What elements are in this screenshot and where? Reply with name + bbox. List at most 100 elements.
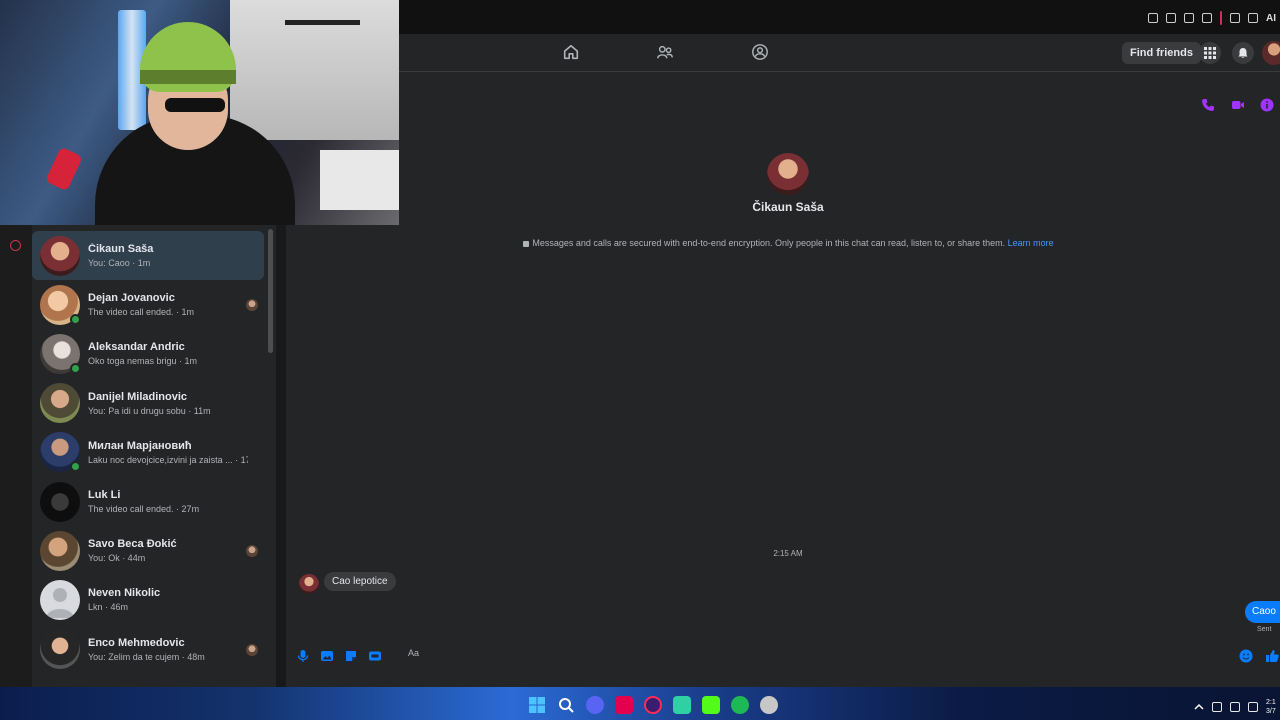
online-status-icon: [70, 362, 81, 374]
webcam-table: [320, 150, 399, 210]
find-friends-button[interactable]: Find friends: [1122, 42, 1201, 64]
seen-avatar-icon: [246, 643, 258, 656]
chat-item[interactable]: Dejan Jovanovic The video call ended. · 1…: [32, 280, 264, 329]
chat-item[interactable]: Милан Марјановић Laku noc devojcice,izvin…: [32, 428, 264, 477]
incoming-message[interactable]: Cao lepotice: [324, 572, 396, 591]
chat-preview: The video call ended. · 27m: [88, 504, 200, 515]
windows-start-icon[interactable]: [528, 696, 546, 714]
chat-list-scrollbar[interactable]: [268, 229, 273, 353]
info-icon[interactable]: [1260, 98, 1274, 112]
webcam-overlay: [0, 0, 399, 225]
chat-preview: You: Caoo · 1m: [88, 258, 151, 269]
avatar: [40, 579, 80, 620]
thumbs-up-icon[interactable]: [1265, 649, 1279, 663]
chat-preview: You: Pa idi u drugu sobu · 11m: [88, 405, 211, 416]
chat-name: Enco Mehmedovic: [88, 636, 185, 649]
chat-item[interactable]: Luk Li The video call ended. · 27m: [32, 477, 264, 526]
emoji-icon[interactable]: [1239, 649, 1253, 663]
friends-icon[interactable]: [656, 43, 674, 61]
online-status-icon: [70, 313, 81, 325]
profile-icon[interactable]: [1230, 13, 1240, 23]
chat-name: Dejan Jovanovic: [88, 292, 175, 305]
clock-date: 3/7: [1266, 708, 1276, 715]
microphone-icon[interactable]: [296, 649, 310, 663]
rail-icon[interactable]: [10, 240, 21, 251]
conversation-pane: Čikaun Saša Messages and calls are secur…: [286, 72, 1280, 687]
search-icon[interactable]: [557, 696, 575, 714]
contact-avatar[interactable]: [767, 153, 809, 195]
sent-status: Sent: [1257, 626, 1272, 633]
clock-time: 2:1: [1266, 699, 1276, 706]
play-icon[interactable]: [1184, 13, 1194, 23]
network-icon[interactable]: [1212, 702, 1222, 712]
groups-icon[interactable]: [751, 43, 769, 61]
encryption-notice: Messages and calls are secured with end-…: [406, 238, 1171, 248]
contact-name[interactable]: Čikaun Saša: [588, 200, 988, 214]
webcam-shelf: [285, 20, 360, 25]
video-camera-icon[interactable]: [1231, 98, 1245, 112]
sender-avatar: [299, 574, 319, 594]
avatar: [40, 432, 81, 473]
chat-item[interactable]: Enco Mehmedovic You: Zelim da te cujem · …: [32, 625, 264, 674]
chat-item[interactable]: Čikaun Saša You: Caoo · 1m: [32, 231, 264, 281]
chevron-up-icon[interactable]: [1194, 702, 1204, 712]
notifications-button[interactable]: [1232, 42, 1254, 64]
chat-name: Aleksandar Andric: [88, 341, 185, 354]
webcam-sunglasses: [165, 98, 225, 112]
image-icon[interactable]: [320, 649, 334, 663]
webcam-hat-band: [140, 70, 236, 84]
toolbar-divider: [1220, 11, 1222, 25]
taskbar-clock[interactable]: 2:1 3/7: [1266, 698, 1280, 716]
avatar: [40, 284, 81, 325]
lock-icon: [523, 240, 530, 247]
chat-name: Savo Beca Đokić: [88, 538, 177, 551]
online-status-icon: [70, 461, 81, 473]
chat-preview: Oko toga nemas brigu · 1m: [88, 356, 198, 367]
chat-item[interactable]: Neven Nikolic Lkn · 46m: [32, 575, 264, 624]
phone-icon[interactable]: [1201, 98, 1215, 112]
spotify-icon[interactable]: [731, 696, 749, 714]
chat-item[interactable]: Danijel Miladinovic You: Pa idi u drugu s…: [32, 379, 264, 428]
seen-avatar-icon: [246, 545, 258, 558]
learn-more-link[interactable]: Learn more: [1008, 238, 1054, 248]
avatar: [40, 530, 80, 571]
outgoing-message[interactable]: Caoo: [1245, 601, 1280, 623]
chat-item[interactable]: Aleksandar Andric Oko toga nemas brigu · …: [32, 329, 264, 378]
taskbar-apps: [528, 696, 778, 714]
kick-icon[interactable]: [702, 696, 720, 714]
seen-avatar-icon: [246, 299, 258, 312]
home-icon[interactable]: [562, 43, 580, 61]
discord-icon[interactable]: [586, 696, 604, 714]
chat-preview: Lkn · 46m: [88, 602, 129, 613]
chat-preview: You: Zelim da te cujem · 48m: [88, 651, 205, 662]
ai-button[interactable]: AI: [1266, 13, 1276, 24]
gif-icon[interactable]: [368, 649, 382, 663]
windows-taskbar: 2:1 3/7: [0, 687, 1280, 720]
chat-item[interactable]: Savo Beca Đokić You: Ok · 44m: [32, 526, 264, 575]
menu-button[interactable]: [1199, 42, 1221, 64]
system-tray: 2:1 3/7: [1194, 698, 1280, 716]
sticker-icon[interactable]: [344, 649, 358, 663]
settings-app-icon[interactable]: [760, 696, 778, 714]
display-icon[interactable]: [1230, 702, 1240, 712]
chat-preview: You: Ok · 44m: [88, 553, 146, 564]
volume-icon[interactable]: [1248, 702, 1258, 712]
message-input[interactable]: Aa: [408, 648, 419, 658]
opera-gx-icon[interactable]: [644, 696, 662, 714]
chat-sidebar: Čikaun Saša You: Caoo · 1m Dejan Jovanovi…: [0, 225, 276, 687]
window-icon[interactable]: [1166, 13, 1176, 23]
account-avatar[interactable]: [1262, 41, 1280, 65]
message-composer: Aa: [296, 646, 1280, 666]
chat-preview: Laku noc devojcice,izvini ja zaista ... …: [88, 454, 248, 465]
chat-app-icon[interactable]: [673, 696, 691, 714]
pin-icon[interactable]: [1148, 13, 1158, 23]
chat-list: Čikaun Saša You: Caoo · 1m Dejan Jovanovi…: [32, 231, 264, 674]
avatar: [40, 481, 80, 522]
heart-icon[interactable]: [1202, 13, 1212, 23]
tiktok-icon[interactable]: [615, 696, 633, 714]
encryption-text: Messages and calls are secured with end-…: [532, 238, 1006, 248]
chat-name: Luk Li: [88, 489, 121, 502]
avatar: [40, 333, 81, 374]
download-icon[interactable]: [1248, 13, 1258, 23]
chat-name: Danijel Miladinovic: [88, 390, 188, 403]
